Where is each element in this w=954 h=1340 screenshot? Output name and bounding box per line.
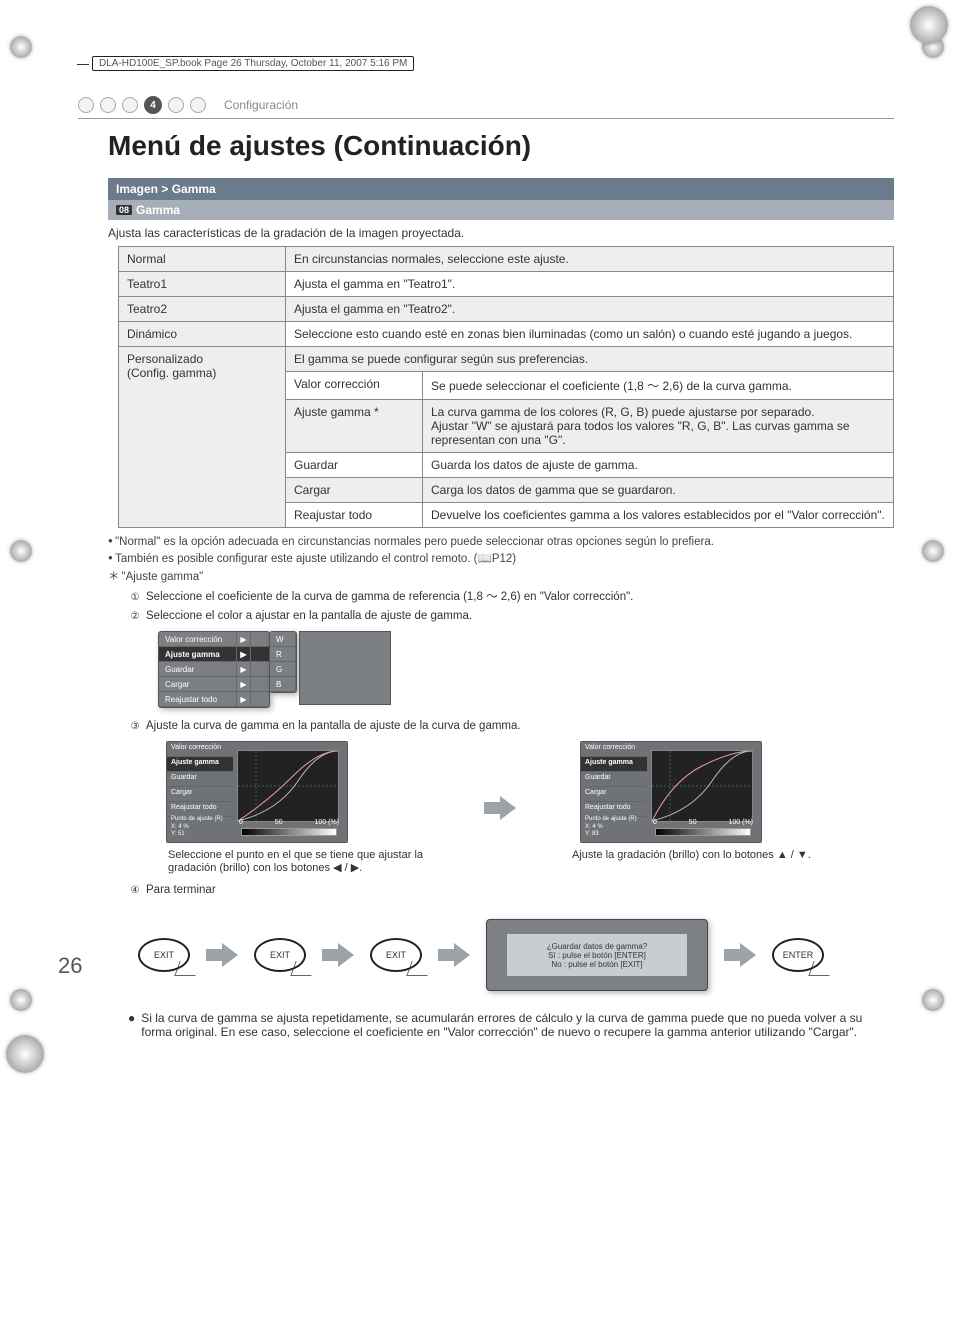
note-line: También es posible configurar este ajust…	[108, 551, 894, 565]
note-asterisk: "Ajuste gamma"	[108, 568, 894, 584]
crop-mark	[10, 540, 32, 562]
doc-meta-header: DLA-HD100E_SP.book Page 26 Thursday, Oct…	[92, 56, 414, 71]
settings-table: Normal En circunstancias normales, selec…	[118, 246, 894, 528]
page-number: 26	[58, 953, 82, 979]
step-2: ②Seleccione el color a ajustar en la pan…	[128, 610, 894, 625]
curve-caption-left: Seleccione el punto en el que se tiene q…	[168, 849, 428, 874]
gamma-menu-screenshot: Valor corrección▶ Ajuste gamma▶ Guardar▶…	[158, 631, 270, 708]
pers-label: Personalizado	[127, 352, 277, 366]
breadcrumb: 4 Configuración	[78, 96, 894, 119]
setting-value: Ajusta el gamma en "Teatro1".	[286, 272, 894, 297]
gamma-menu-empty	[299, 631, 391, 705]
arrow-right-icon	[322, 943, 354, 967]
bc-dot	[122, 97, 138, 113]
crop-mark	[6, 1035, 44, 1073]
table-row: Teatro2 Ajusta el gamma en "Teatro2".	[119, 297, 894, 322]
sub-value: Guarda los datos de ajuste de gamma.	[423, 453, 894, 478]
step-4: ④Para terminar	[128, 884, 894, 899]
setting-value: Seleccione esto cuando esté en zonas bie…	[286, 322, 894, 347]
table-row: Normal En circunstancias normales, selec…	[119, 247, 894, 272]
breadcrumb-label: Configuración	[224, 98, 298, 112]
section-name: Gamma	[136, 203, 180, 217]
setting-value: En circunstancias normales, seleccione e…	[286, 247, 894, 272]
sub-key: Cargar	[286, 478, 423, 503]
bc-dot	[190, 97, 206, 113]
exit-button-press: EXIT	[254, 938, 306, 972]
section-path: Imagen > Gamma	[108, 178, 894, 200]
setting-key: Normal	[119, 247, 286, 272]
sub-key: Reajustar todo	[286, 503, 423, 528]
setting-key: Teatro1	[119, 272, 286, 297]
crop-mark	[922, 989, 944, 1011]
arrow-right-icon	[438, 943, 470, 967]
sub-value: Carga los datos de gamma que se guardaro…	[423, 478, 894, 503]
gamma-curve-screenshot-before: Valor corrección Ajuste gamma Guardar Ca…	[166, 741, 348, 843]
table-row: Personalizado (Config. gamma) El gamma s…	[119, 347, 894, 372]
pers-sub-label: (Config. gamma)	[127, 366, 277, 380]
bc-dot	[78, 97, 94, 113]
page-title: Menú de ajustes (Continuación)	[108, 130, 894, 162]
sub-key: Valor corrección	[286, 372, 423, 400]
section-desc: Ajusta las características de la gradaci…	[108, 226, 894, 240]
sub-value: Devuelve los coeficientes gamma a los va…	[423, 503, 894, 528]
table-row: Teatro1 Ajusta el gamma en "Teatro1".	[119, 272, 894, 297]
sub-key: Guardar	[286, 453, 423, 478]
sub-value: La curva gamma de los colores (R, G, B) …	[423, 400, 894, 453]
setting-key: Teatro2	[119, 297, 286, 322]
arrow-right-icon	[484, 796, 516, 820]
enter-button-press: ENTER	[772, 938, 824, 972]
table-row: Dinámico Seleccione esto cuando esté en …	[119, 322, 894, 347]
crop-mark	[922, 540, 944, 562]
section-name-bar: 08 Gamma	[108, 200, 894, 220]
setting-value: El gamma se puede configurar según sus p…	[286, 347, 894, 372]
crop-mark	[910, 6, 948, 44]
arrow-right-icon	[206, 943, 238, 967]
crop-mark	[10, 36, 32, 58]
arrow-right-icon	[724, 943, 756, 967]
crop-mark	[10, 989, 32, 1011]
exit-button-press: EXIT	[138, 938, 190, 972]
setting-value: Ajusta el gamma en "Teatro2".	[286, 297, 894, 322]
gamma-color-list: W R G B	[269, 631, 297, 693]
final-note: ● Si la curva de gamma se ajusta repetid…	[128, 1011, 894, 1039]
step-1: ①Seleccione el coeficiente de la curva d…	[128, 588, 894, 606]
gamma-curve-screenshot-after: Valor corrección Ajuste gamma Guardar Ca…	[580, 741, 762, 843]
setting-key: Dinámico	[119, 322, 286, 347]
bc-dot	[100, 97, 116, 113]
section-number: 08	[116, 205, 132, 215]
note-line: "Normal" es la opción adecuada en circun…	[108, 536, 894, 548]
sub-key: Ajuste gamma *	[286, 400, 423, 453]
bc-dot	[168, 97, 184, 113]
exit-button-press: EXIT	[370, 938, 422, 972]
step-3: ③Ajuste la curva de gamma en la pantalla…	[128, 720, 894, 735]
sub-value: Se puede seleccionar el coeficiente (1,8…	[423, 372, 894, 400]
curve-caption-right: Ajuste la gradación (brillo) con lo boto…	[572, 849, 832, 861]
save-dialog-screenshot: ¿Guardar datos de gamma? Sí : pulse el b…	[486, 919, 708, 991]
bc-step-number: 4	[144, 96, 162, 114]
setting-key: Personalizado (Config. gamma)	[119, 347, 286, 528]
